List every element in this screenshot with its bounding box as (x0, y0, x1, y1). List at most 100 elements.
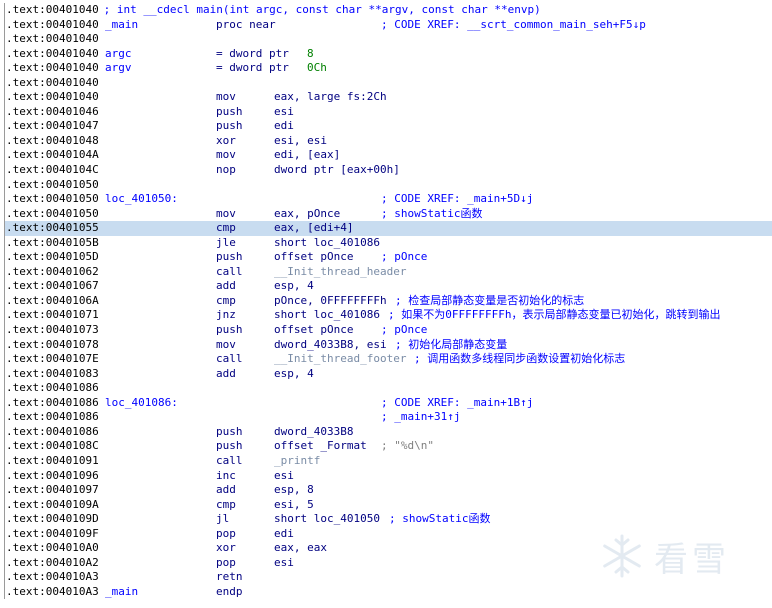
line-address: .text:0040108C (6, 439, 99, 453)
instruction-operand[interactable]: short loc_401086 (274, 308, 380, 323)
instruction-operand[interactable]: eax, pOnce (274, 207, 340, 222)
operand-number: 8 (307, 46, 314, 60)
code-line[interactable]: .text:00401040 ; int __cdecl main(int ar… (5, 3, 772, 18)
disassembly-listing[interactable]: .text:00401040 ; int __cdecl main(int ar… (4, 3, 772, 600)
code-label[interactable]: _main (105, 585, 138, 600)
code-line[interactable]: .text:00401050 mov eax, pOnce ; showStatic函… (5, 207, 772, 222)
instruction-mnemonic: push (216, 104, 243, 118)
code-line[interactable]: .text:0040104C nop dword ptr [eax+00h] (5, 163, 772, 178)
instruction-mnemonic: mov (216, 337, 236, 351)
line-address: .text:00401050 (6, 177, 99, 191)
instruction-operand[interactable]: dword_4033B8 (274, 425, 353, 440)
instruction-mnemonic: push (216, 323, 243, 337)
code-line[interactable]: .text:00401048 xor esi, esi (5, 134, 772, 149)
instruction-mnemonic: proc near (216, 17, 276, 31)
code-line[interactable]: .text:0040107E call __Init_thread_footer ; … (5, 352, 772, 367)
instruction-operand[interactable]: esp, 4 (274, 279, 314, 294)
code-line[interactable]: .text:00401073 push offset pOnce ; pOnce (5, 323, 772, 338)
line-address: .text:004010A0 (6, 541, 99, 555)
instruction-mnemonic: jle (216, 235, 236, 249)
instruction-operand[interactable]: edi (274, 527, 294, 542)
instruction-operand[interactable]: esi (274, 105, 294, 120)
line-address: .text:0040109D (6, 512, 99, 526)
code-label[interactable]: _main (105, 18, 138, 33)
instruction-operand[interactable]: esi, 5 (274, 498, 314, 513)
code-line[interactable]: .text:004010A3 _main endp (5, 585, 772, 600)
imported-function-name[interactable]: _printf (274, 454, 320, 469)
code-line[interactable]: .text:00401097 add esp, 8 (5, 483, 772, 498)
line-address: .text:00401050 (6, 206, 99, 220)
instruction-mnemonic: mov (216, 206, 236, 220)
line-address: .text:004010A2 (6, 555, 99, 569)
instruction-operand[interactable]: eax, large fs:2Ch (274, 90, 387, 105)
code-line[interactable]: .text:0040105D push offset pOnce ; pOnce (5, 250, 772, 265)
code-line[interactable]: .text:00401071 jnz short loc_401086 ; 如果不为0… (5, 308, 772, 323)
instruction-operand[interactable]: dword_4033B8, esi (274, 338, 387, 353)
code-line[interactable]: .text:00401040 argc = dword ptr 8 (5, 47, 772, 62)
code-line[interactable]: .text:00401047 push edi (5, 119, 772, 134)
line-address: .text:00401046 (6, 104, 99, 118)
instruction-mnemonic: call (216, 352, 243, 366)
line-address: .text:00401062 (6, 264, 99, 278)
instruction-mnemonic: = dword ptr (216, 46, 289, 60)
code-comment: ; CODE XREF: _main+1B↑j (381, 395, 534, 409)
instruction-mnemonic: xor (216, 133, 236, 147)
line-address: .text:0040104C (6, 163, 99, 177)
instruction-operand[interactable]: offset pOnce (274, 250, 353, 265)
code-line[interactable]: .text:00401086 ; _main+31↑j (5, 410, 772, 425)
instruction-operand[interactable]: edi, [eax] (274, 148, 340, 163)
instruction-operand[interactable]: esp, 8 (274, 483, 314, 498)
instruction-operand[interactable]: esp, 4 (274, 367, 314, 382)
line-address: .text:0040106A (6, 293, 99, 307)
line-address: .text:0040104A (6, 148, 99, 162)
instruction-mnemonic: jnz (216, 308, 236, 322)
code-line[interactable]: .text:00401040 argv = dword ptr 0Ch (5, 61, 772, 76)
code-line[interactable]: .text:00401040 (5, 76, 772, 91)
code-line[interactable]: .text:0040108C push offset _Format ; "%d\n" (5, 439, 772, 454)
code-line[interactable]: .text:00401086 (5, 381, 772, 396)
instruction-operand[interactable]: short loc_401086 (274, 236, 380, 251)
code-line[interactable]: .text:00401040 (5, 32, 772, 47)
instruction-operand[interactable]: eax, eax (274, 541, 327, 556)
imported-function-name[interactable]: __Init_thread_footer (274, 352, 406, 367)
code-label[interactable]: argv (105, 61, 132, 76)
code-line[interactable]: .text:00401046 push esi (5, 105, 772, 120)
code-line[interactable]: .text:00401086 loc_401086: ; CODE XREF: _m… (5, 396, 772, 411)
code-line[interactable]: .text:00401062 call __Init_thread_header (5, 265, 772, 280)
code-label[interactable]: argc (105, 47, 132, 62)
instruction-operand[interactable]: offset pOnce (274, 323, 353, 338)
code-line[interactable]: .text:0040105B jle short loc_401086 (5, 236, 772, 251)
instruction-operand[interactable]: esi, esi (274, 134, 327, 149)
code-line[interactable]: .text:00401040 mov eax, large fs:2Ch (5, 90, 772, 105)
instruction-operand[interactable]: esi (274, 556, 294, 571)
code-comment: ; pOnce (381, 250, 428, 264)
code-line[interactable]: .text:00401091 call _printf (5, 454, 772, 469)
code-line[interactable]: .text:0040104A mov edi, [eax] (5, 148, 772, 163)
instruction-operand[interactable]: edi (274, 119, 294, 134)
code-line[interactable]: .text:0040109D jl short loc_401050 ; showSt… (5, 512, 772, 527)
line-address: .text:00401067 (6, 279, 99, 293)
code-line[interactable]: .text:00401096 inc esi (5, 469, 772, 484)
instruction-operand[interactable]: pOnce, 0FFFFFFFFh (274, 294, 387, 309)
code-label[interactable]: loc_401050: (105, 192, 178, 207)
code-line[interactable]: .text:00401067 add esp, 4 (5, 279, 772, 294)
instruction-operand[interactable]: short loc_401050 (274, 512, 380, 527)
code-line[interactable]: .text:00401055 cmp eax, [edi+4] (5, 221, 772, 236)
code-line[interactable]: .text:00401040 _main proc near ; CODE XREF:… (5, 18, 772, 33)
code-label[interactable]: loc_401086: (105, 396, 178, 411)
instruction-operand[interactable]: esi (274, 469, 294, 484)
code-line[interactable]: .text:00401083 add esp, 4 (5, 367, 772, 382)
instruction-mnemonic: cmp (216, 221, 236, 235)
code-line[interactable]: .text:0040106A cmp pOnce, 0FFFFFFFFh ; 检查局部… (5, 294, 772, 309)
line-address: .text:00401055 (6, 221, 99, 235)
code-comment: ; CODE XREF: __scrt_common_main_seh+F5↓p (381, 17, 646, 31)
code-line[interactable]: .text:00401078 mov dword_4033B8, esi ; 初始化局… (5, 338, 772, 353)
code-line[interactable]: .text:00401086 push dword_4033B8 (5, 425, 772, 440)
imported-function-name[interactable]: __Init_thread_header (274, 265, 406, 280)
code-line[interactable]: .text:0040109A cmp esi, 5 (5, 498, 772, 513)
instruction-operand[interactable]: offset _Format (274, 439, 367, 454)
instruction-operand[interactable]: eax, [edi+4] (274, 221, 353, 236)
code-line[interactable]: .text:00401050 loc_401050: ; CODE XREF: _m… (5, 192, 772, 207)
instruction-operand[interactable]: dword ptr [eax+00h] (274, 163, 400, 178)
code-line[interactable]: .text:00401050 (5, 178, 772, 193)
